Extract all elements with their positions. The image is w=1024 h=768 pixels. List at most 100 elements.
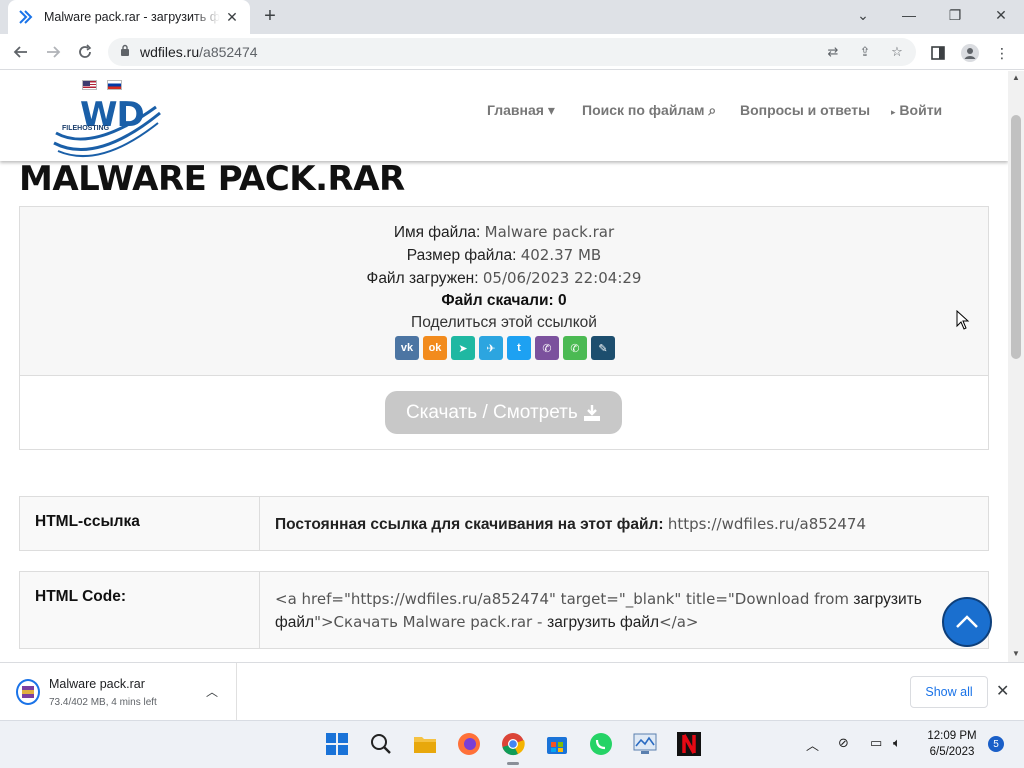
forward-button[interactable]: [40, 39, 66, 65]
windows-taskbar: ︿ ⊘ ▭ 🔈︎ 12:09 PM 6/5/2023 5: [0, 720, 1024, 768]
file-name-row: Имя файла: Malware pack.rar: [393, 223, 615, 241]
display-icon[interactable]: ▭: [870, 735, 882, 751]
scroll-down-arrow-icon[interactable]: ▼: [1012, 649, 1020, 658]
firefox-icon[interactable]: [455, 730, 483, 758]
russian-flag-icon[interactable]: [107, 80, 122, 90]
share-label: Поделиться этой ссылкой: [411, 314, 597, 331]
tray-overflow-chevron-icon[interactable]: ︿: [806, 735, 819, 754]
minimize-button[interactable]: —: [886, 0, 932, 30]
share-twitter-icon[interactable]: t: [507, 336, 531, 360]
file-uploaded-value: 05/06/2023 22:04:29: [482, 269, 642, 287]
share-vk-icon[interactable]: vk: [395, 336, 419, 360]
chevron-up-icon[interactable]: ︿: [206, 683, 218, 700]
scroll-up-arrow-icon[interactable]: ▲: [1012, 73, 1020, 82]
nav-search[interactable]: Поиск по файлам ⌕: [582, 102, 716, 119]
html-code-value[interactable]: <a href="https://wdfiles.ru/a852474" tar…: [260, 572, 988, 648]
logo-subtext: FILEHOSTING: [62, 125, 110, 132]
permalink-url[interactable]: https://wdfiles.ru/a852474: [668, 515, 866, 533]
reload-icon: [79, 44, 92, 58]
tab-search-chevron-icon[interactable]: ⌄: [840, 0, 886, 30]
restore-button[interactable]: ❐: [932, 0, 978, 30]
network-disconnected-icon[interactable]: ⊘: [838, 735, 849, 751]
address-bar[interactable]: wdfiles.ru/a852474 ⇄ ⇪ ☆: [108, 38, 916, 66]
share-icon[interactable]: ⇪: [856, 44, 874, 60]
page-scrollbar[interactable]: ▲ ▼: [1008, 71, 1024, 662]
file-name-value: Malware pack.rar: [484, 223, 615, 241]
tab-strip: Malware pack.rar - загрузить файл ✕ + ⌄ …: [0, 0, 1024, 34]
reload-button[interactable]: [72, 39, 98, 65]
new-tab-button[interactable]: +: [258, 5, 282, 29]
chrome-menu-icon[interactable]: ⋮: [992, 43, 1012, 63]
side-panel-icon[interactable]: [928, 43, 948, 63]
browser-tab[interactable]: Malware pack.rar - загрузить файл ✕: [8, 0, 250, 34]
english-flag-icon[interactable]: [82, 80, 97, 90]
file-size-row: Размер файла: 402.37 MB: [406, 246, 602, 264]
bookmark-star-icon[interactable]: ☆: [888, 44, 906, 60]
share-whatsapp-icon[interactable]: ✆: [563, 336, 587, 360]
file-uploaded-row: Файл загружен: 05/06/2023 22:04:29: [366, 269, 642, 287]
resource-monitor-icon[interactable]: [631, 730, 659, 758]
download-icon: [584, 404, 601, 421]
file-explorer-icon[interactable]: [411, 730, 439, 758]
share-viber-icon[interactable]: ✆: [535, 336, 559, 360]
share-telegram-icon[interactable]: ✈: [479, 336, 503, 360]
microsoft-store-icon[interactable]: [543, 730, 571, 758]
chrome-icon[interactable]: [499, 730, 527, 765]
download-item[interactable]: Malware pack.rar 73.4/402 MB, 4 mins lef…: [0, 663, 237, 720]
site-header: WD FILEHOSTING Главная ▾ Поиск по файлам…: [0, 71, 1008, 161]
back-button[interactable]: [8, 39, 34, 65]
windows-start-icon[interactable]: [323, 730, 351, 758]
share-odnoklassniki-icon[interactable]: ok: [423, 336, 447, 360]
url-text: wdfiles.ru/a852474: [140, 44, 258, 60]
download-shelf: Malware pack.rar 73.4/402 MB, 4 mins lef…: [0, 662, 1024, 720]
search-icon: ⌕: [708, 102, 717, 118]
scrollbar-thumb[interactable]: [1011, 115, 1021, 359]
mouse-pointer-icon: [956, 309, 970, 335]
scroll-to-top-button[interactable]: [942, 597, 992, 647]
share-buttons: vk ok ➤ ✈ t ✆ ✆ ✎: [395, 336, 615, 360]
file-info-details: Имя файла: Malware pack.rar Размер файла…: [20, 207, 988, 376]
chevron-up-icon: [956, 615, 978, 628]
volume-icon[interactable]: 🔈︎: [893, 735, 901, 751]
page-viewport: WD FILEHOSTING Главная ▾ Поиск по файлам…: [0, 71, 1008, 662]
lock-icon[interactable]: [120, 43, 130, 61]
nav-faq[interactable]: Вопросы и ответы: [740, 102, 870, 118]
clock-date: 6/5/2023: [929, 746, 975, 758]
site-logo[interactable]: WD FILEHOSTING: [52, 93, 162, 159]
close-download-bar-icon[interactable]: ✕: [996, 681, 1009, 701]
tab-title: Malware pack.rar - загрузить файл: [44, 10, 220, 24]
permalink-cell: Постоянная ссылка для скачивания на этот…: [260, 497, 988, 550]
tab-close-icon[interactable]: ✕: [224, 9, 240, 25]
download-status: 73.4/402 MB, 4 mins left: [49, 697, 157, 708]
file-downloads-count: Файл скачали: 0: [441, 292, 567, 309]
html-link-row: HTML-ссылка Постоянная ссылка для скачив…: [19, 496, 989, 551]
forward-arrow-icon: [47, 46, 61, 58]
show-all-button[interactable]: Show all: [910, 676, 988, 708]
rar-file-icon: [16, 679, 40, 705]
back-arrow-icon: [13, 46, 27, 58]
search-icon[interactable]: [367, 730, 395, 758]
taskbar-clock[interactable]: 12:09 PM 6/5/2023: [918, 728, 986, 760]
whatsapp-icon[interactable]: [587, 730, 615, 758]
html-code-row: HTML Code: <a href="https://wdfiles.ru/a…: [19, 571, 989, 649]
site-favicon-icon: [18, 9, 34, 25]
file-size-value: 402.37 MB: [520, 246, 602, 264]
profile-avatar-icon[interactable]: [960, 43, 980, 63]
html-link-label: HTML-ссылка: [20, 497, 260, 550]
share-yandex-icon[interactable]: ➤: [451, 336, 475, 360]
file-info-panel: Имя файла: Malware pack.rar Размер файла…: [19, 206, 989, 450]
download-file-name: Malware pack.rar: [49, 677, 145, 691]
notification-badge[interactable]: 5: [988, 736, 1004, 752]
clock-time: 12:09 PM: [927, 730, 977, 742]
nav-login[interactable]: ▸ Войти: [891, 102, 942, 118]
permalink-label: Постоянная ссылка для скачивания на этот…: [275, 516, 664, 533]
translate-icon[interactable]: ⇄: [824, 44, 842, 60]
close-window-button[interactable]: ✕: [978, 0, 1024, 30]
share-livejournal-icon[interactable]: ✎: [591, 336, 615, 360]
language-switcher: [82, 80, 122, 90]
nav-home[interactable]: Главная ▾: [487, 102, 555, 119]
page-title: MALWARE PACK.RAR: [19, 159, 405, 199]
html-code-label: HTML Code:: [20, 572, 260, 648]
download-view-button[interactable]: Скачать / Смотреть: [385, 391, 622, 434]
netflix-icon[interactable]: [675, 730, 703, 758]
